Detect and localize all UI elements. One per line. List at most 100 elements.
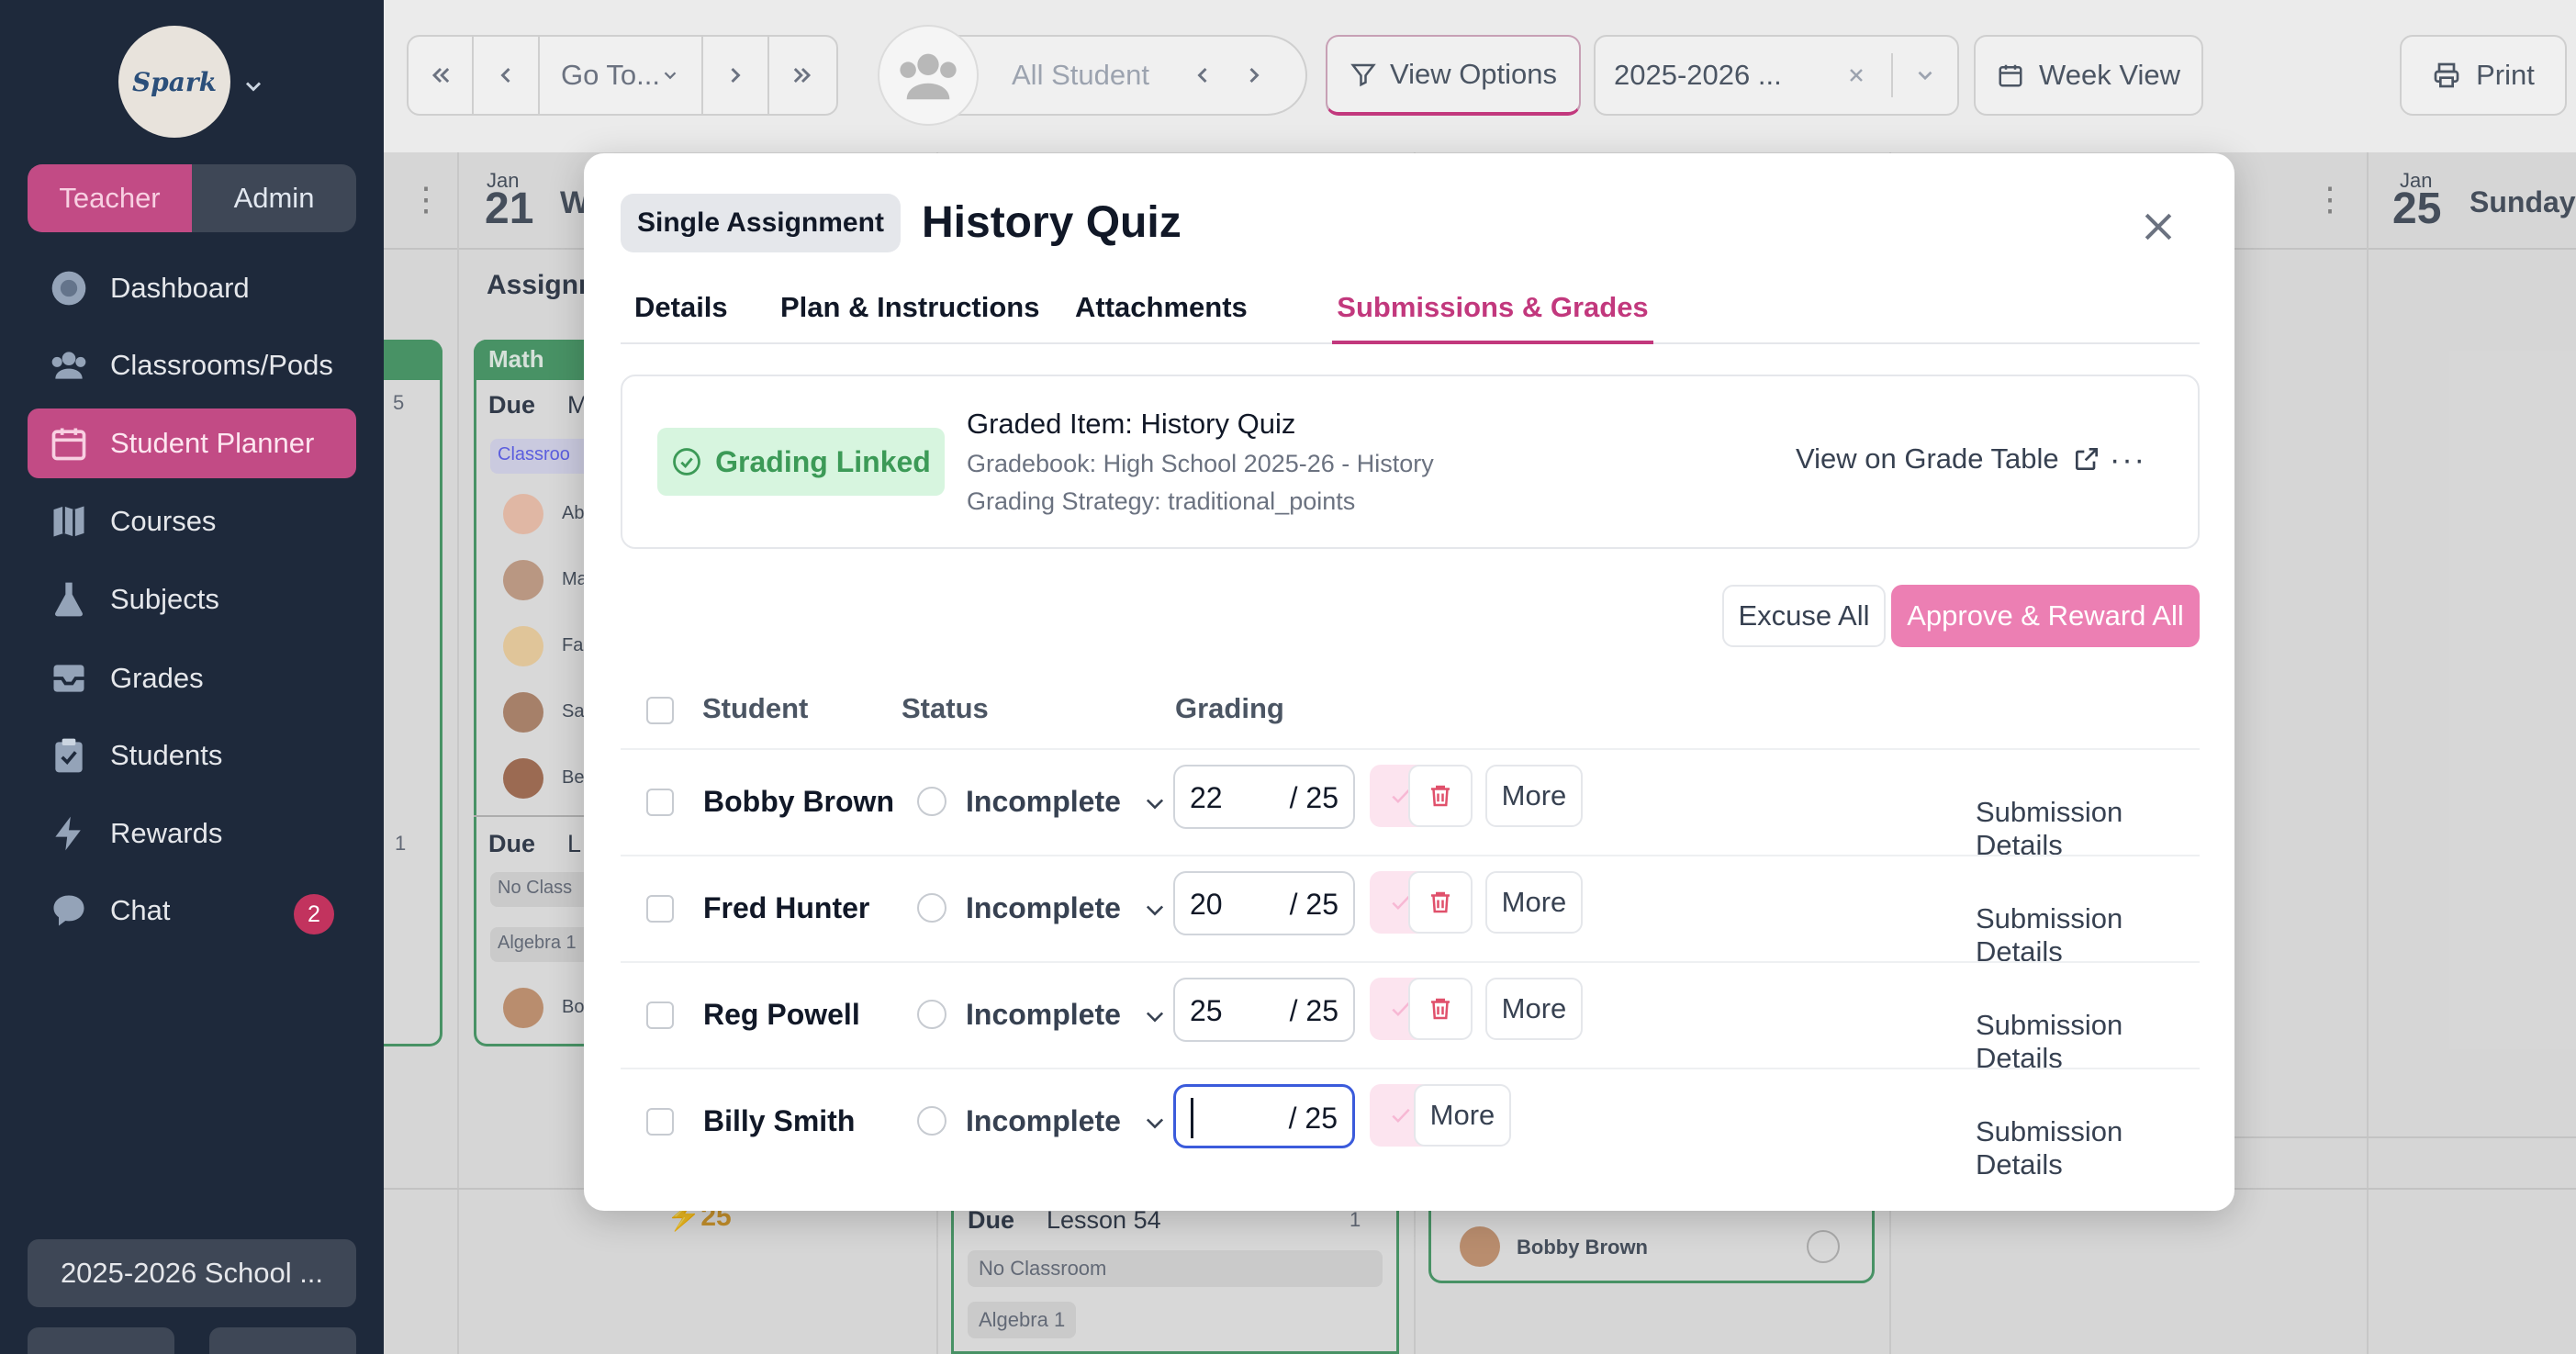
- table-row: Fred Hunter Incomplete 20 / 25 More Subm…: [621, 855, 2200, 968]
- sidebar-item-student-planner[interactable]: Student Planner: [28, 408, 356, 478]
- sidebar: Spark Teacher Admin Dashboard Classrooms…: [0, 0, 384, 1354]
- year-select[interactable]: 2025-2026 ...: [1594, 35, 1959, 116]
- row-checkbox[interactable]: [646, 1002, 674, 1029]
- goto-dropdown[interactable]: Go To...: [540, 37, 704, 114]
- grade-input[interactable]: 20 / 25: [1173, 871, 1355, 935]
- excuse-all-button[interactable]: Excuse All: [1722, 585, 1886, 647]
- sidebar-item-chat[interactable]: Chat 2: [28, 876, 356, 946]
- status-dropdown[interactable]: Incomplete: [966, 998, 1121, 1032]
- sidebar-item-label: Subjects: [110, 583, 219, 615]
- printer-icon: [2434, 62, 2459, 88]
- sidebar-item-label: Students: [110, 739, 223, 771]
- grade-value: 22: [1190, 781, 1223, 814]
- status-radio[interactable]: [917, 1000, 946, 1029]
- chevron-left-icon: [500, 67, 510, 84]
- chat-icon: [48, 890, 90, 932]
- chevron-left-icon[interactable]: [1190, 62, 1215, 88]
- sidebar-item-rewards[interactable]: Rewards: [28, 799, 356, 868]
- sidebar-item-students[interactable]: Students: [28, 721, 356, 790]
- week-view-button[interactable]: Week View: [1974, 35, 2203, 116]
- map-icon: [48, 500, 90, 543]
- select-all-checkbox[interactable]: [646, 697, 674, 724]
- row-checkbox[interactable]: [646, 895, 674, 923]
- sidebar-item-label: Rewards: [110, 817, 223, 849]
- year-select-value: 2025-2026 ...: [1614, 59, 1782, 91]
- sidebar-item-label: Student Planner: [110, 427, 315, 459]
- role-admin[interactable]: Admin: [192, 164, 356, 232]
- grade-input[interactable]: / 25: [1173, 1084, 1355, 1148]
- close-icon[interactable]: [2138, 207, 2178, 247]
- tab-submissions-grades[interactable]: Submissions & Grades: [1332, 291, 1653, 344]
- view-options-label: View Options: [1389, 58, 1558, 90]
- first-page-button[interactable]: [409, 37, 475, 114]
- more-button[interactable]: More: [1485, 978, 1583, 1040]
- view-grade-table-link[interactable]: View on Grade Table: [1796, 442, 2101, 476]
- app-logo[interactable]: Spark: [118, 26, 230, 138]
- double-chevron-right-icon: [794, 67, 812, 84]
- status-dropdown[interactable]: Incomplete: [966, 785, 1121, 819]
- prev-button[interactable]: [474, 37, 540, 114]
- more-button[interactable]: More: [1414, 1084, 1511, 1147]
- grade-input[interactable]: 22 / 25: [1173, 765, 1355, 829]
- delete-button[interactable]: [1408, 871, 1473, 934]
- sidebar-item-label: Dashboard: [110, 272, 250, 304]
- chevron-down-icon[interactable]: [1142, 1003, 1168, 1029]
- grade-input[interactable]: 25 / 25: [1173, 978, 1355, 1042]
- delete-button[interactable]: [1408, 765, 1473, 827]
- next-button[interactable]: [703, 37, 769, 114]
- chevron-down-icon[interactable]: [1142, 1110, 1168, 1136]
- last-page-button[interactable]: [769, 37, 836, 114]
- graded-item: Graded Item: History Quiz: [967, 408, 1296, 440]
- status-dropdown[interactable]: Incomplete: [966, 1104, 1121, 1138]
- trash-icon: [1431, 785, 1450, 807]
- student-filter[interactable]: All Student: [878, 25, 1307, 126]
- sidebar-item-grades[interactable]: Grades: [28, 643, 356, 713]
- date-navigation: Go To...: [407, 35, 838, 116]
- status-radio[interactable]: [917, 1106, 946, 1136]
- student-filter-label: All Student: [1012, 59, 1149, 91]
- tab-attachments[interactable]: Attachments: [1075, 291, 1248, 344]
- chevron-down-icon[interactable]: [241, 73, 266, 99]
- chevron-right-icon[interactable]: [1241, 62, 1267, 88]
- sidebar-item-label: Courses: [110, 505, 217, 537]
- more-options-icon[interactable]: ···: [2110, 442, 2146, 478]
- tab-details[interactable]: Details: [634, 291, 728, 344]
- row-checkbox[interactable]: [646, 789, 674, 816]
- calendar-icon: [1999, 64, 2022, 87]
- sidebar-item-courses[interactable]: Courses: [28, 487, 356, 556]
- school-year-selector[interactable]: 2025-2026 School ...: [28, 1239, 356, 1307]
- role-teacher[interactable]: Teacher: [28, 164, 192, 232]
- sidebar-item-dashboard[interactable]: Dashboard: [28, 253, 356, 323]
- sidebar-item-label: Grades: [110, 662, 204, 694]
- chevron-down-icon[interactable]: [1913, 63, 1937, 87]
- row-checkbox[interactable]: [646, 1108, 674, 1136]
- status-dropdown[interactable]: Incomplete: [966, 891, 1121, 925]
- clear-icon[interactable]: [1845, 64, 1867, 86]
- delete-button[interactable]: [1408, 978, 1473, 1040]
- more-button[interactable]: More: [1485, 871, 1583, 934]
- grade-value: 25: [1190, 994, 1223, 1027]
- status-radio[interactable]: [917, 893, 946, 923]
- submission-details-link[interactable]: Submission Details: [1976, 1009, 2200, 1075]
- submission-details-link[interactable]: Submission Details: [1976, 1115, 2200, 1181]
- print-button[interactable]: Print: [2400, 35, 2567, 116]
- week-view-label: Week View: [2039, 59, 2180, 91]
- chevron-down-icon[interactable]: [1142, 790, 1168, 816]
- text-cursor: [1191, 1098, 1193, 1138]
- sidebar-item-subjects[interactable]: Subjects: [28, 565, 356, 634]
- submission-details-link[interactable]: Submission Details: [1976, 796, 2200, 862]
- more-button[interactable]: More: [1485, 765, 1583, 827]
- approve-reward-all-button[interactable]: Approve & Reward All: [1891, 585, 2200, 647]
- status-radio[interactable]: [917, 787, 946, 816]
- grading-linked-badge: Grading Linked: [657, 428, 945, 496]
- tab-plan-instructions[interactable]: Plan & Instructions: [780, 291, 1039, 344]
- submission-details-link[interactable]: Submission Details: [1976, 902, 2200, 968]
- goto-label: Go To...: [561, 59, 660, 91]
- grading-strategy: Grading Strategy: traditional_points: [967, 487, 1356, 515]
- check-icon: [1392, 1108, 1410, 1124]
- bottom-button-1[interactable]: [28, 1327, 174, 1354]
- bottom-button-2[interactable]: [209, 1327, 356, 1354]
- view-options-button[interactable]: View Options: [1326, 35, 1581, 116]
- chevron-down-icon[interactable]: [1142, 897, 1168, 923]
- sidebar-item-classrooms[interactable]: Classrooms/Pods: [28, 330, 356, 400]
